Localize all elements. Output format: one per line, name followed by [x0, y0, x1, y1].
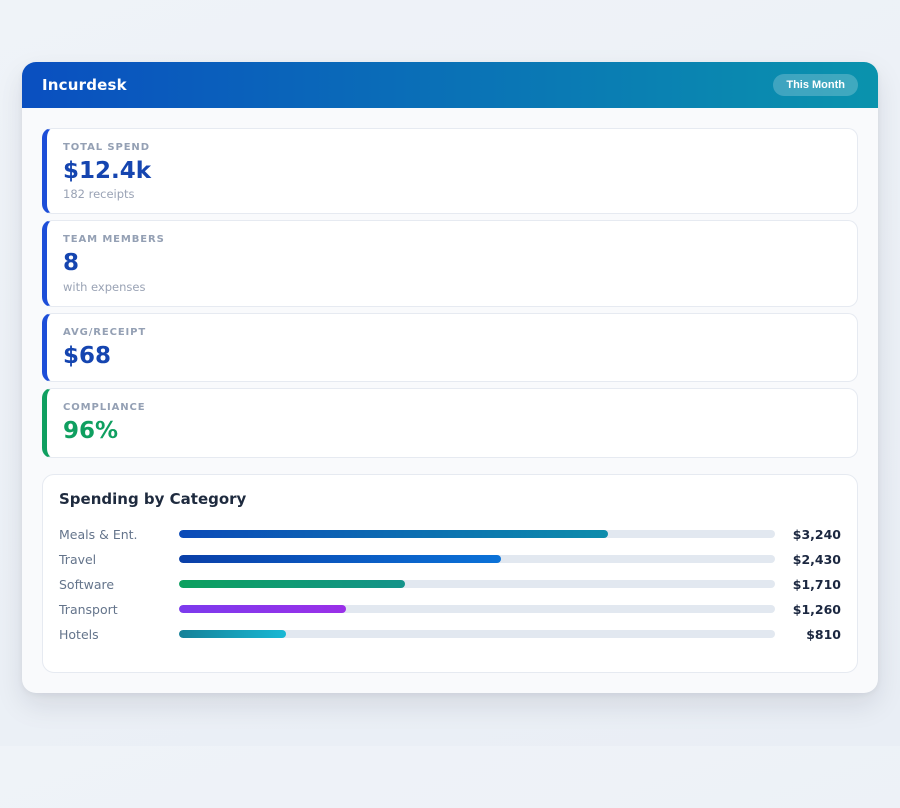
category-bar-list: Meals & Ent. $3,240 Travel $2,430 Softwa…	[59, 522, 841, 647]
category-bar-fill	[179, 555, 501, 563]
category-row: Transport $1,260	[59, 597, 841, 622]
category-bar-track	[179, 555, 775, 563]
incurdesk-window: Incurdesk This Month TOTAL SPEND $12.4k …	[22, 62, 878, 693]
stat-label: TOTAL SPEND	[63, 142, 841, 153]
stat-subtext: with expenses	[63, 280, 841, 294]
stat-subtext: 182 receipts	[63, 187, 841, 201]
stat-card-total-spend: TOTAL SPEND $12.4k 182 receipts	[42, 128, 858, 214]
app-title: Incurdesk	[42, 76, 127, 94]
category-bar-fill	[179, 605, 346, 613]
category-amount: $3,240	[783, 527, 841, 542]
category-bar-fill	[179, 580, 405, 588]
stat-value: 8	[63, 250, 841, 276]
category-bar-track	[179, 580, 775, 588]
category-amount: $1,260	[783, 602, 841, 617]
category-bar-fill	[179, 530, 608, 538]
category-bar-track	[179, 530, 775, 538]
stat-value: $68	[63, 343, 841, 369]
category-bar-track	[179, 630, 775, 638]
stat-value: 96%	[63, 418, 841, 444]
spending-card-title: Spending by Category	[59, 490, 841, 508]
stat-label: AVG/RECEIPT	[63, 327, 841, 338]
category-row: Hotels $810	[59, 622, 841, 647]
category-bar-track	[179, 605, 775, 613]
category-label: Software	[59, 577, 171, 592]
spending-by-category-card: Spending by Category Meals & Ent. $3,240…	[42, 474, 858, 673]
category-label: Transport	[59, 602, 171, 617]
stat-label: COMPLIANCE	[63, 402, 841, 413]
stat-card-compliance: COMPLIANCE 96%	[42, 388, 858, 457]
stat-card-avg-receipt: AVG/RECEIPT $68	[42, 313, 858, 382]
dashboard-content: TOTAL SPEND $12.4k 182 receipts TEAM MEM…	[22, 108, 878, 693]
category-amount: $810	[783, 627, 841, 642]
stat-card-team-members: TEAM MEMBERS 8 with expenses	[42, 220, 858, 306]
category-amount: $1,710	[783, 577, 841, 592]
app-header: Incurdesk This Month	[22, 62, 878, 108]
category-row: Meals & Ent. $3,240	[59, 522, 841, 547]
category-row: Software $1,710	[59, 572, 841, 597]
category-label: Hotels	[59, 627, 171, 642]
category-amount: $2,430	[783, 552, 841, 567]
stat-label: TEAM MEMBERS	[63, 234, 841, 245]
period-badge[interactable]: This Month	[773, 74, 858, 96]
category-row: Travel $2,430	[59, 547, 841, 572]
stat-value: $12.4k	[63, 158, 841, 184]
category-label: Meals & Ent.	[59, 527, 171, 542]
category-label: Travel	[59, 552, 171, 567]
category-bar-fill	[179, 630, 286, 638]
